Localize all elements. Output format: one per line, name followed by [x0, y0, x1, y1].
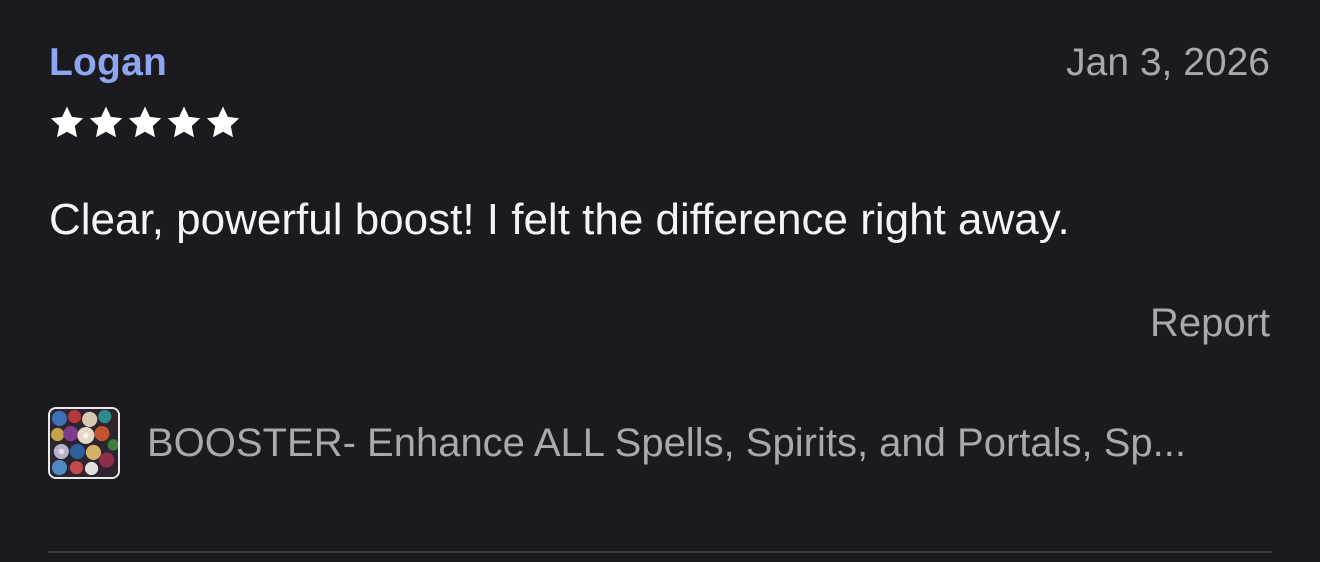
star-icon	[48, 103, 86, 143]
review-date: Jan 3, 2026	[1066, 41, 1270, 84]
product-link[interactable]: BOOSTER- Enhance ALL Spells, Spirits, an…	[48, 404, 1270, 482]
divider	[48, 551, 1272, 553]
report-link[interactable]: Report	[1150, 298, 1270, 348]
product-thumbnail-icon	[48, 407, 120, 479]
star-icon	[204, 103, 242, 143]
star-icon	[126, 103, 164, 143]
review-text: Clear, powerful boost! I felt the differ…	[49, 195, 1070, 244]
reviewer-name[interactable]: Logan	[49, 38, 167, 88]
star-icon	[87, 103, 125, 143]
star-rating	[48, 103, 242, 147]
review-card: Logan Jan 3, 2026 Clear, powerful boost!…	[0, 0, 1320, 562]
product-title: BOOSTER- Enhance ALL Spells, Spirits, an…	[147, 421, 1187, 465]
star-icon	[165, 103, 203, 143]
